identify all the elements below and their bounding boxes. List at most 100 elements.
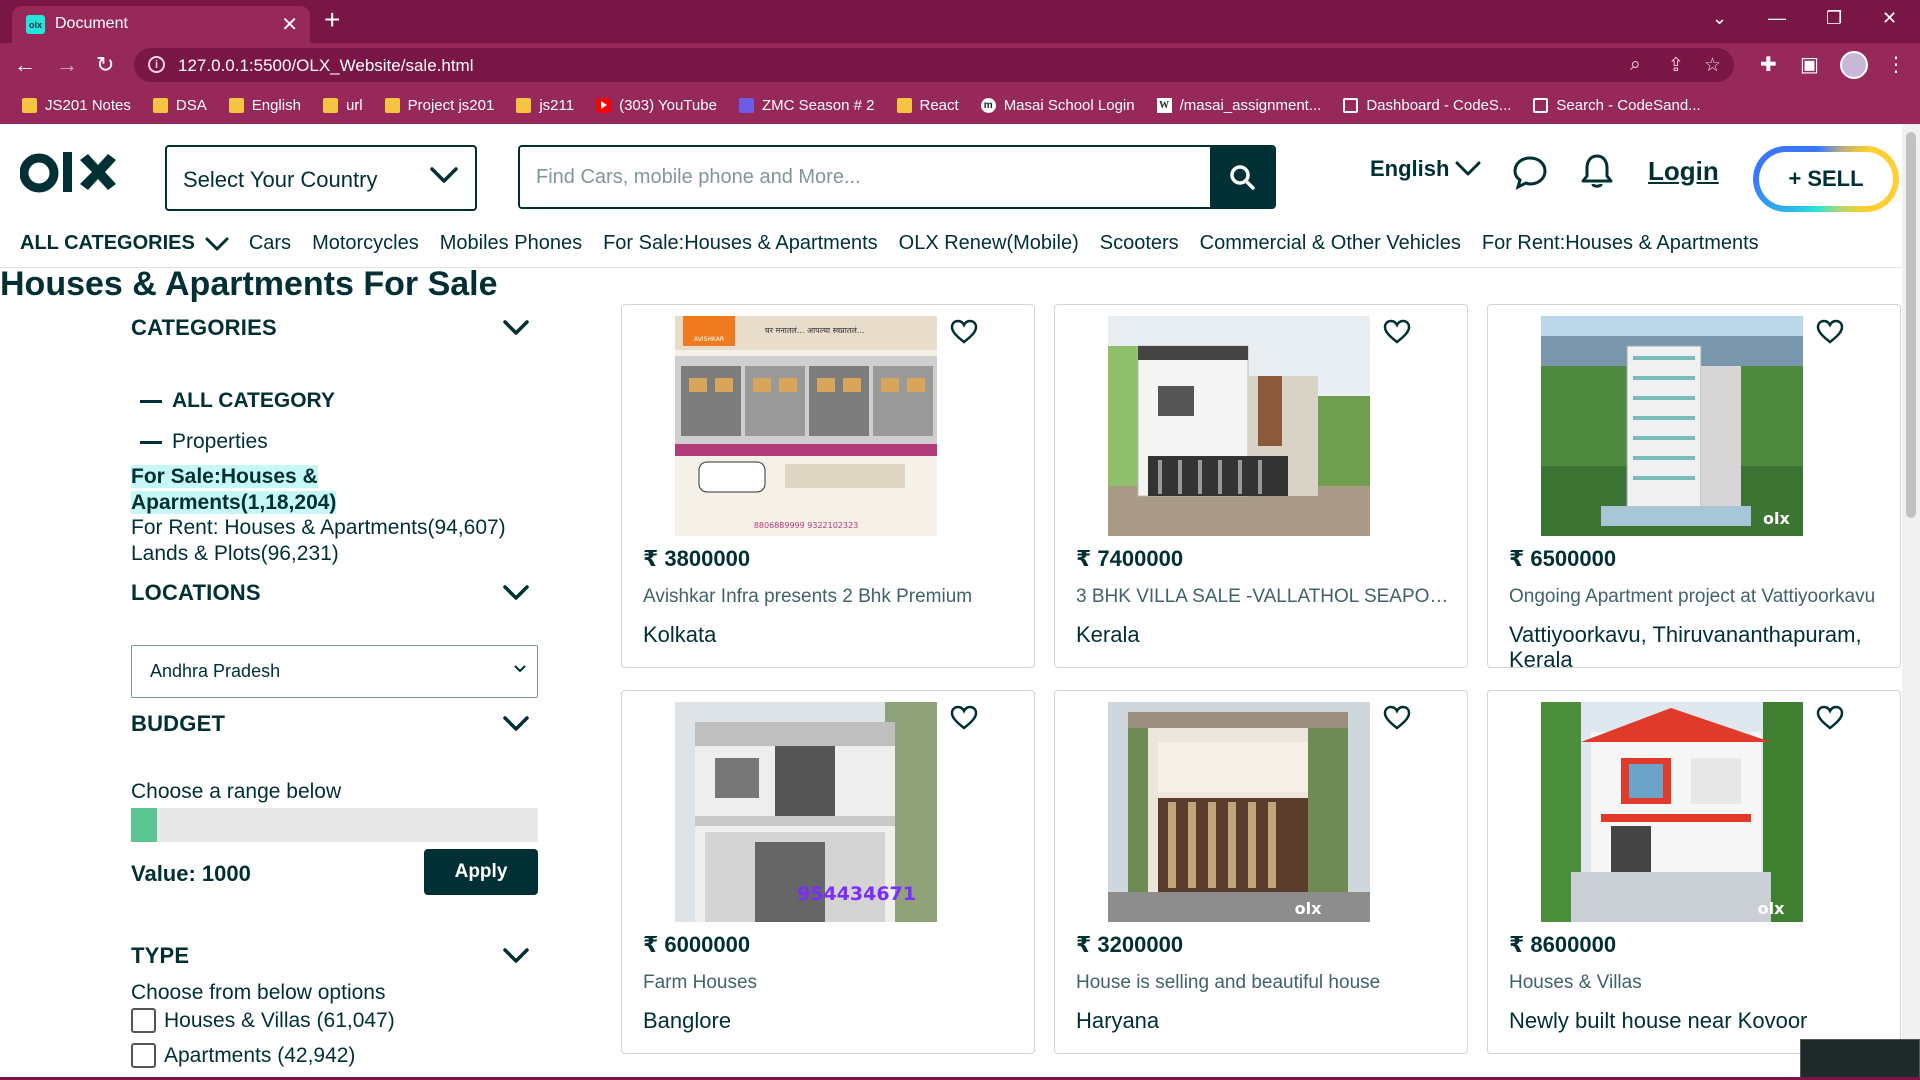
bookmark-item[interactable]: Project js201 [384,97,494,114]
chat-icon[interactable] [1512,154,1548,190]
share-icon[interactable]: ⇪ [1668,54,1684,77]
bookmark-label: React [919,97,959,114]
type-option-apartments[interactable]: Apartments (42,942) [131,1043,355,1068]
checkbox[interactable] [131,1043,156,1068]
category-link-mobile-phones[interactable]: Mobiles Phones [440,232,582,255]
category-link-commercial-vehicles[interactable]: Commercial & Other Vehicles [1200,232,1461,255]
olx-logo[interactable] [20,150,120,196]
bookmark-item[interactable]: m Masai School Login [980,97,1135,114]
reload-icon[interactable]: ↻ [96,52,114,78]
budget-range-slider[interactable] [131,808,538,842]
favorite-heart-icon[interactable] [950,319,978,345]
listing-image [1108,316,1370,536]
favorite-heart-icon[interactable] [1383,705,1411,731]
search-input[interactable] [520,147,1210,207]
side-panel-icon[interactable]: ▣ [1800,52,1819,77]
language-select[interactable]: English [1370,156,1481,182]
favorite-heart-icon[interactable] [950,705,978,731]
restore-icon[interactable]: ❐ [1826,8,1842,29]
category-link-motorcycles[interactable]: Motorcycles [312,232,419,255]
all-categories-toggle[interactable]: ALL CATEGORIES [20,232,229,255]
chevron-down-icon[interactable] [503,715,529,733]
all-categories-label: ALL CATEGORIES [20,232,195,254]
listing-card[interactable]: 954434671 ₹ 6000000 Farm Houses Banglore [621,690,1035,1054]
category-link-olx-renew[interactable]: OLX Renew(Mobile) [899,232,1079,255]
bookmark-item[interactable]: url [322,97,363,114]
bookmark-item[interactable]: Dashboard - CodeS... [1343,97,1511,114]
listing-card[interactable]: ₹ 7400000 3 BHK VILLA SALE -VALLATHOL SE… [1054,304,1468,668]
bookmark-item[interactable]: js211 [516,97,574,114]
bookmark-item[interactable]: (303) YouTube [596,97,717,114]
listing1-phones-text: 8806889999 9322102323 [754,521,858,530]
page-scrollbar[interactable] [1902,124,1920,1080]
bookmark-item[interactable]: English [228,97,301,114]
budget-range-fill [131,808,158,842]
window-close-icon[interactable]: ✕ [1882,8,1897,29]
type-subtitle: Choose from below options [131,981,386,1004]
all-category-link[interactable]: ALL CATEGORY [140,389,335,413]
country-select[interactable]: Select Your Country [165,145,477,211]
favorite-heart-icon[interactable] [1383,319,1411,345]
bookmark-item[interactable]: JS201 Notes [22,97,131,114]
bookmark-label: ZMC Season # 2 [761,97,875,114]
profile-avatar[interactable] [1840,51,1868,79]
categories-heading: CATEGORIES [131,315,277,340]
zoom-icon[interactable]: ⌕ [1630,54,1641,76]
chevron-down-icon[interactable] [503,319,529,337]
chevron-down-icon[interactable] [503,947,529,965]
page-icon [1343,98,1359,113]
listing-image: olx [1541,316,1803,536]
category-bar: ALL CATEGORIES Cars Motorcycles Mobiles … [0,220,1920,268]
properties-link[interactable]: Properties [140,430,268,454]
bookmark-item[interactable]: ZMC Season # 2 [738,97,875,114]
location-select-value: Andhra Pradesh [150,661,281,681]
chevron-down-icon[interactable] [503,584,529,602]
back-icon[interactable]: ← [14,52,36,78]
location-select[interactable]: Andhra Pradesh [131,645,538,698]
category-link-cars[interactable]: Cars [249,232,291,255]
tab-close-icon[interactable]: ✕ [281,12,298,37]
listing-card[interactable]: AVISHKAR घर मनातलं... आपल्या स्वप्नातलं.… [621,304,1035,668]
selected-category[interactable]: For Sale:Houses & Aparments(1,18,204) [131,464,337,516]
listing1-tagline-text: घर मनातलं... आपल्या स्वप्नातलं... [765,326,864,335]
browser-tab[interactable]: olx Document ✕ [12,6,310,43]
bookmark-star-icon[interactable]: ☆ [1704,54,1721,77]
type-option-houses-villas[interactable]: Houses & Villas (61,047) [131,1008,395,1033]
listing-card[interactable]: olx ₹ 3200000 House is selling and beaut… [1054,690,1468,1054]
browser-menu-icon[interactable]: ⋮ [1886,52,1906,77]
folder-icon [228,98,244,113]
checkbox[interactable] [131,1008,156,1033]
bookmark-label: /masai_assignment... [1179,97,1322,114]
bookmark-item[interactable]: W/masai_assignment... [1156,97,1322,114]
apply-button[interactable]: Apply [424,849,538,895]
login-link[interactable]: Login [1648,156,1719,187]
site-info-icon[interactable]: i [148,56,165,73]
listing-price: ₹ 8600000 [1509,932,1617,957]
listing-card[interactable]: olx ₹ 6500000 Ongoing Apartment project … [1487,304,1901,672]
olx-watermark: olx [1763,509,1790,528]
lands-plots-link[interactable]: Lands & Plots(96,231) [131,542,339,566]
language-label: English [1370,156,1450,181]
tab-search-chevron-icon[interactable]: ⌄ [1712,8,1727,29]
forward-icon[interactable]: → [56,52,78,78]
favorite-heart-icon[interactable] [1816,319,1844,345]
category-link-scooters[interactable]: Scooters [1100,232,1179,255]
extensions-icon[interactable]: ✚ [1760,52,1777,77]
listing-card[interactable]: olx ₹ 8600000 Houses & Villas Newly buil… [1487,690,1901,1054]
bookmark-item[interactable]: React [896,97,959,114]
for-rent-link[interactable]: For Rent: Houses & Apartments(94,607) [131,516,506,540]
bookmark-item[interactable]: DSA [152,97,207,114]
sell-button[interactable]: + SELL [1753,146,1899,212]
bookmark-label: Masai School Login [1003,97,1135,114]
favorite-heart-icon[interactable] [1816,705,1844,731]
notification-bell-icon[interactable] [1580,152,1614,190]
url-field[interactable]: i 127.0.0.1:5500/OLX_Website/sale.html ⌕… [134,48,1734,82]
folder-icon [384,98,400,113]
bookmark-item[interactable]: Search - CodeSand... [1533,97,1701,114]
scrollbar-thumb[interactable] [1906,132,1916,518]
minimize-icon[interactable]: — [1768,8,1786,29]
new-tab-icon[interactable]: + [324,6,340,34]
category-link-houses-rent[interactable]: For Rent:Houses & Apartments [1482,232,1759,255]
category-link-houses-sale[interactable]: For Sale:Houses & Apartments [603,232,878,255]
search-button[interactable] [1210,147,1274,207]
